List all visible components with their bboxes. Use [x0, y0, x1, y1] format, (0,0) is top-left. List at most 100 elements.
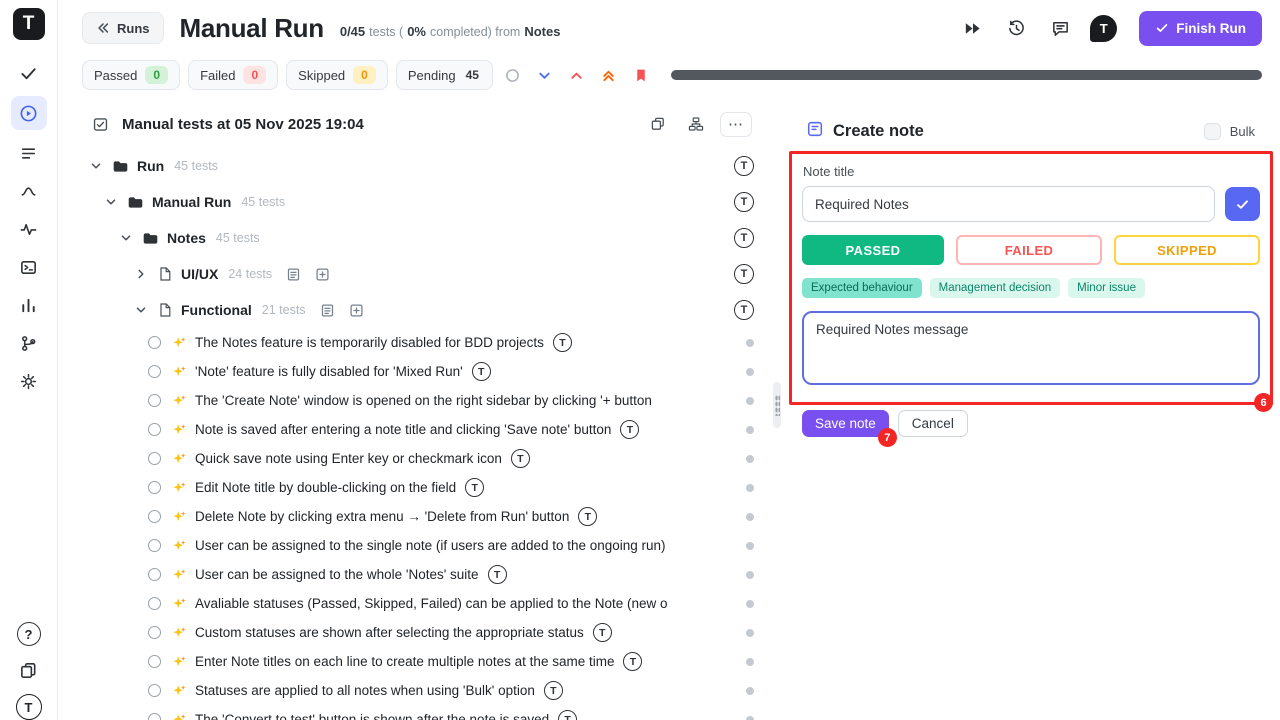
tree-row-test[interactable]: Quick save note using Enter key or check…: [58, 444, 772, 473]
tree-row-test[interactable]: User can be assigned to the whole 'Notes…: [58, 560, 772, 589]
test-owner-icon[interactable]: T: [578, 507, 597, 526]
tests-check-icon[interactable]: [11, 58, 47, 88]
fast-forward-icon[interactable]: [958, 14, 986, 42]
tree-row-test[interactable]: Custom statuses are shown after selectin…: [58, 618, 772, 647]
chevron-down-icon[interactable]: [133, 303, 149, 317]
suite-owner-icon[interactable]: T: [734, 300, 754, 320]
tree-row-folder[interactable]: Manual Run45 testsT: [58, 184, 772, 220]
test-status-circle[interactable]: [148, 626, 161, 639]
more-options-button[interactable]: ⋯: [720, 112, 752, 137]
comments-icon[interactable]: [1046, 14, 1074, 42]
tree-row-test[interactable]: The 'Convert to test' button is shown af…: [58, 705, 772, 720]
brand-circle-icon[interactable]: T: [16, 694, 42, 720]
test-owner-icon[interactable]: T: [544, 681, 563, 700]
test-indicator-dot[interactable]: [746, 687, 754, 695]
tree-row-test[interactable]: Avaliable statuses (Passed, Skipped, Fai…: [58, 589, 772, 618]
test-indicator-dot[interactable]: [746, 600, 754, 608]
chevron-down-icon[interactable]: [533, 63, 557, 87]
save-note-button[interactable]: Save note: [802, 410, 889, 437]
pulse-activity-icon[interactable]: [11, 214, 47, 244]
test-owner-icon[interactable]: T: [465, 478, 484, 497]
tree-row-test[interactable]: 'Note' feature is fully disabled for 'Mi…: [58, 357, 772, 386]
chevron-down-icon[interactable]: [103, 195, 119, 209]
test-indicator-dot[interactable]: [746, 484, 754, 492]
test-status-circle[interactable]: [148, 481, 161, 494]
test-owner-icon[interactable]: T: [593, 623, 612, 642]
test-status-circle[interactable]: [148, 597, 161, 610]
chevron-right-icon[interactable]: [133, 267, 149, 281]
passed-status-button[interactable]: PASSED: [802, 235, 944, 265]
test-indicator-dot[interactable]: [746, 658, 754, 666]
test-status-circle[interactable]: [148, 510, 161, 523]
chevron-down-icon[interactable]: [118, 231, 134, 245]
tree-row-suite[interactable]: Functional21 testsT: [58, 292, 772, 328]
test-status-circle[interactable]: [148, 452, 161, 465]
test-indicator-dot[interactable]: [746, 542, 754, 550]
finish-run-button[interactable]: Finish Run: [1139, 11, 1262, 46]
filter-chip-pending[interactable]: Pending 45: [396, 60, 493, 90]
status-circle-icon[interactable]: [501, 63, 525, 87]
reports-chart-icon[interactable]: [11, 290, 47, 320]
settings-gear-icon[interactable]: [11, 366, 47, 396]
tree-row-folder[interactable]: Notes45 testsT: [58, 220, 772, 256]
test-status-circle[interactable]: [148, 365, 161, 378]
double-chevron-up-icon[interactable]: [597, 63, 621, 87]
test-owner-icon[interactable]: T: [620, 420, 639, 439]
note-message-textarea[interactable]: Required Notes message: [802, 311, 1260, 385]
test-status-circle[interactable]: [148, 539, 161, 552]
suite-owner-icon[interactable]: T: [734, 192, 754, 212]
test-indicator-dot[interactable]: [746, 368, 754, 376]
user-avatar[interactable]: T: [1090, 15, 1117, 42]
tag-minor-issue[interactable]: Minor issue: [1068, 278, 1145, 298]
skipped-status-button[interactable]: SKIPPED: [1114, 235, 1260, 265]
test-status-circle[interactable]: [148, 713, 161, 720]
docs-pages-icon[interactable]: [11, 655, 47, 685]
test-indicator-dot[interactable]: [746, 426, 754, 434]
tree-row-suite[interactable]: UI/UX24 testsT: [58, 256, 772, 292]
suite-owner-icon[interactable]: T: [734, 264, 754, 284]
panel-scrollbar[interactable]: [772, 94, 782, 720]
tree-row-test[interactable]: Note is saved after entering a note titl…: [58, 415, 772, 444]
add-test-icon[interactable]: [315, 267, 330, 282]
test-status-circle[interactable]: [148, 336, 161, 349]
test-indicator-dot[interactable]: [746, 571, 754, 579]
tag-expected-behaviour[interactable]: Expected behaviour: [802, 278, 922, 298]
tree-row-test[interactable]: Edit Note title by double-clicking on th…: [58, 473, 772, 502]
test-status-circle[interactable]: [148, 655, 161, 668]
test-owner-icon[interactable]: T: [472, 362, 491, 381]
bulk-checkbox[interactable]: [1204, 123, 1221, 140]
test-plans-list-icon[interactable]: [11, 138, 47, 168]
tree-view-icon[interactable]: [682, 111, 710, 137]
tree-row-test[interactable]: Enter Note titles on each line to create…: [58, 647, 772, 676]
test-status-circle[interactable]: [148, 684, 161, 697]
cancel-button[interactable]: Cancel: [898, 410, 968, 437]
tree-row-test[interactable]: Statuses are applied to all notes when u…: [58, 676, 772, 705]
tree-row-test[interactable]: User can be assigned to the single note …: [58, 531, 772, 560]
test-status-circle[interactable]: [148, 568, 161, 581]
add-test-icon[interactable]: [349, 303, 364, 318]
test-owner-icon[interactable]: T: [553, 333, 572, 352]
tree-row-test[interactable]: The 'Create Note' window is opened on th…: [58, 386, 772, 415]
console-launch-icon[interactable]: [11, 252, 47, 282]
test-indicator-dot[interactable]: [746, 513, 754, 521]
branches-git-icon[interactable]: [11, 328, 47, 358]
test-owner-icon[interactable]: T: [558, 710, 577, 720]
bookmark-icon[interactable]: [629, 63, 653, 87]
test-indicator-dot[interactable]: [746, 339, 754, 347]
suite-report-icon[interactable]: [286, 267, 301, 282]
test-indicator-dot[interactable]: [746, 397, 754, 405]
app-logo-icon[interactable]: T: [13, 8, 45, 40]
quick-save-check-button[interactable]: [1225, 187, 1260, 221]
source-link[interactable]: Notes: [524, 24, 560, 39]
suite-report-icon[interactable]: [320, 303, 335, 318]
run-checklist-icon[interactable]: [92, 116, 109, 133]
tag-management-decision[interactable]: Management decision: [930, 278, 1061, 298]
copy-run-icon[interactable]: [644, 111, 672, 137]
help-icon[interactable]: ?: [17, 622, 41, 646]
tree-row-test[interactable]: The Notes feature is temporarily disable…: [58, 328, 772, 357]
tree-row-folder[interactable]: Run45 testsT: [58, 148, 772, 184]
back-to-runs-button[interactable]: Runs: [82, 12, 164, 44]
test-indicator-dot[interactable]: [746, 716, 754, 720]
test-indicator-dot[interactable]: [746, 455, 754, 463]
filter-chip-failed[interactable]: Failed 0: [188, 60, 278, 90]
